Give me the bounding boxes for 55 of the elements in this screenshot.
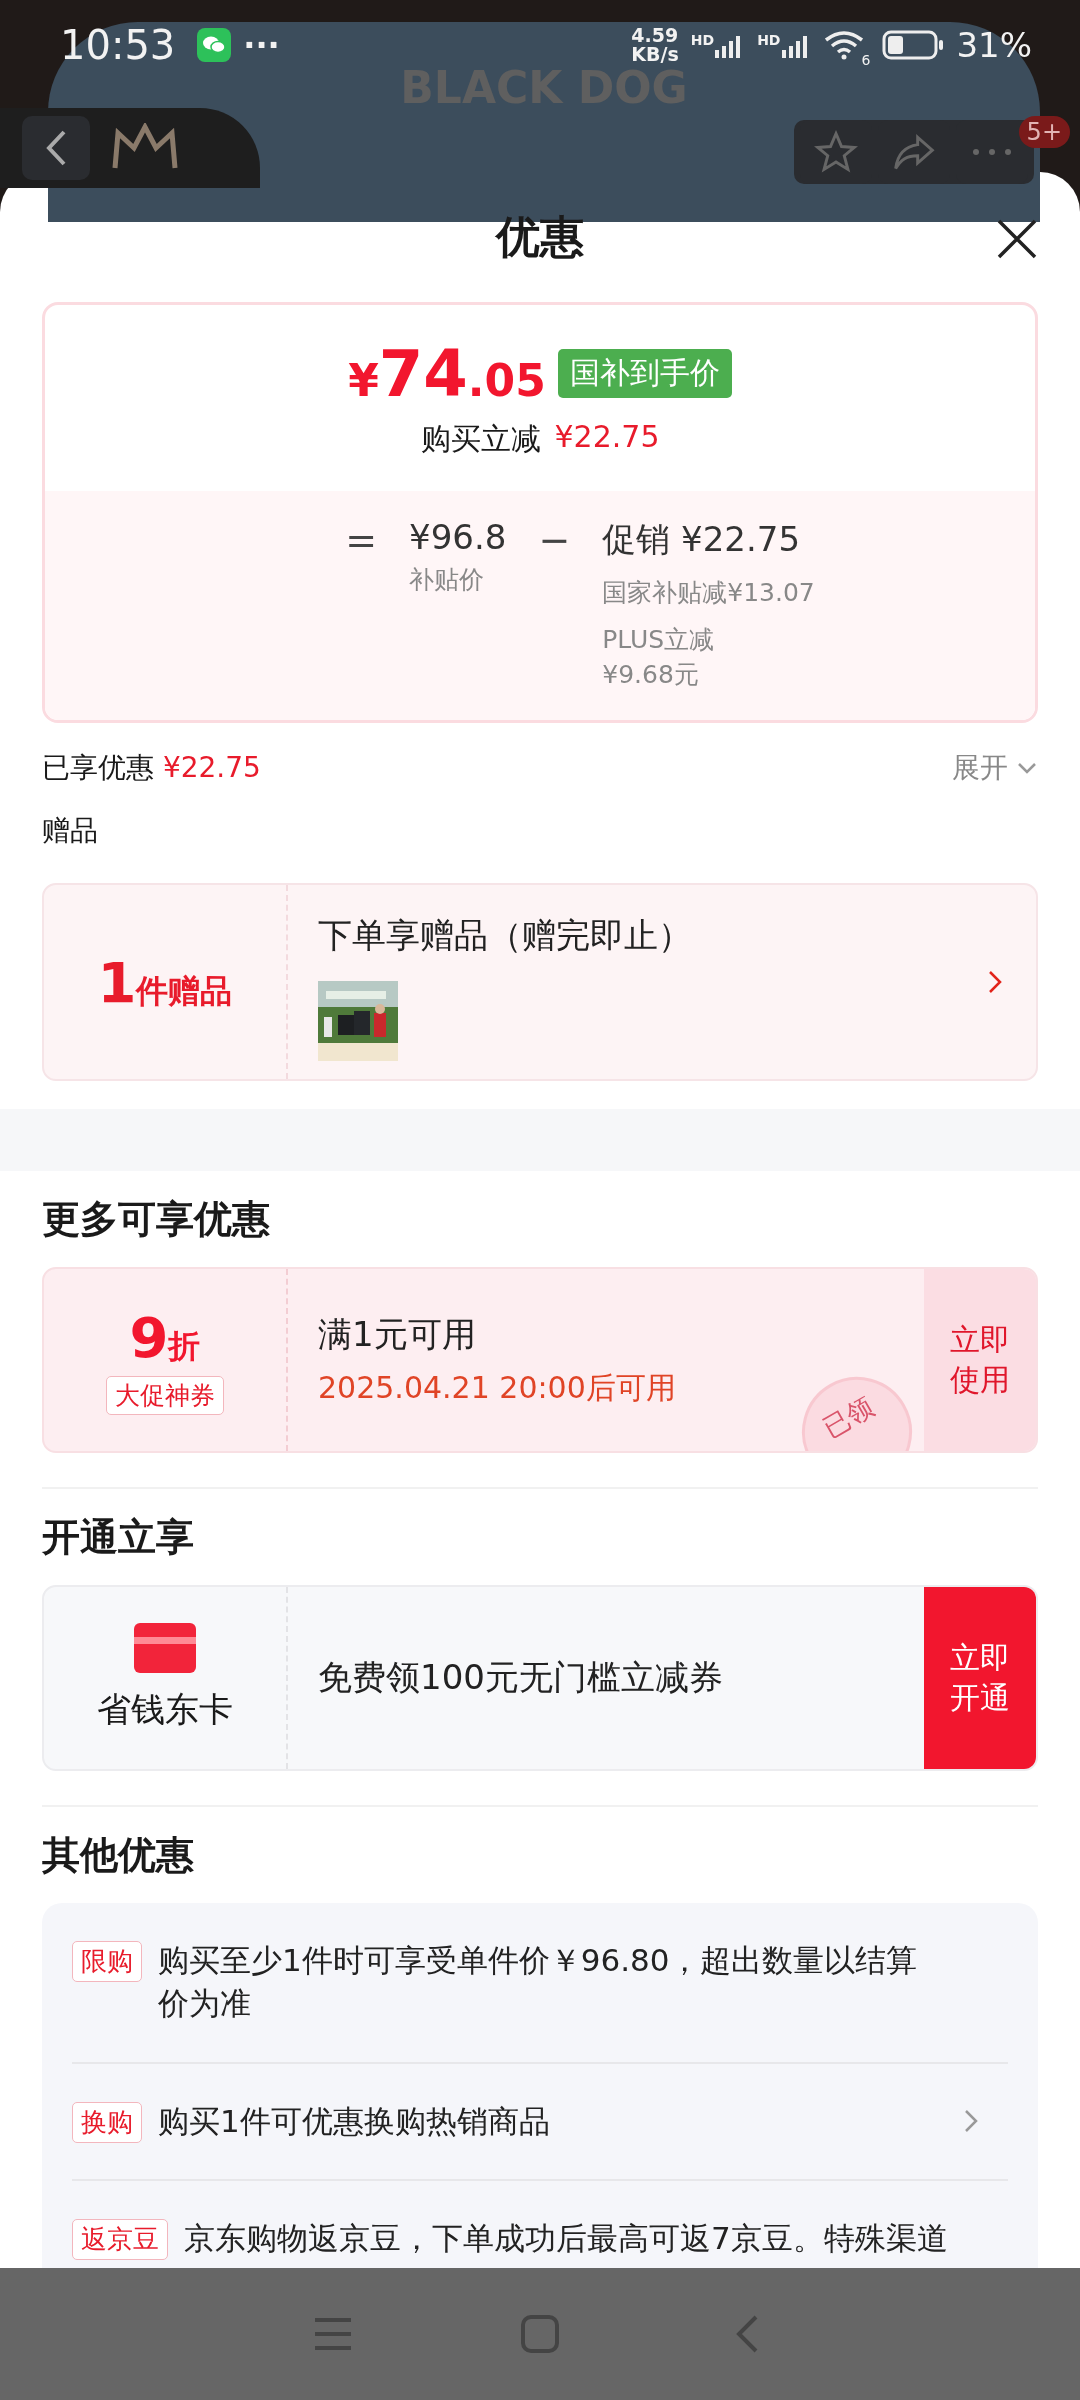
expand-button[interactable]: 展开	[952, 749, 1038, 787]
offer-tag: 限购	[72, 1941, 142, 1982]
star-icon	[814, 130, 858, 174]
subsidy-badge: 国补到手价	[557, 349, 732, 398]
base-price: ¥96.8	[409, 517, 507, 557]
network-speed: 4.59 KB/s	[631, 26, 679, 64]
notification-badge: 5+	[1018, 116, 1070, 148]
discount-value: 9折	[129, 1305, 201, 1370]
base-price-label: 补贴价	[409, 564, 486, 596]
battery-level: 31%	[956, 25, 1032, 65]
offer-text: 购买1件可优惠换购热销商品	[158, 2101, 551, 2141]
offer-tag: 换购	[72, 2101, 142, 2143]
wifi-label: 6	[861, 52, 871, 68]
equals-sign: =	[345, 517, 378, 563]
coupon-validity: 2025.04.21 20:00后可用	[318, 1368, 677, 1407]
promotion-amount: 促销 ¥22.75	[602, 518, 802, 561]
offer-tag: 返京豆	[72, 2219, 168, 2261]
chevron-left-icon	[44, 128, 68, 168]
offer-text: 购买至少1件时可享受单件价￥96.80，超出数量以结算价为准	[158, 1941, 919, 2024]
section-heading: 开通立享	[42, 1513, 195, 1561]
coupon-condition: 满1元可用	[318, 1312, 477, 1356]
more-icon	[970, 146, 1014, 158]
clock: 10:53	[60, 22, 176, 68]
activate-button[interactable]: 立即开通	[924, 1587, 1036, 1769]
minus-sign: −	[538, 517, 571, 563]
discount-detail: PLUS立减 ¥9.68元	[602, 624, 716, 691]
coupon-tag: 大促神券	[106, 1376, 224, 1415]
battery-icon	[882, 30, 945, 60]
network-label: HD	[757, 32, 781, 48]
square-icon	[520, 2314, 560, 2354]
network-label: HD	[690, 32, 715, 48]
section-label: 赠品	[42, 813, 99, 849]
chat-app-icon	[197, 28, 232, 62]
more-notifications: ···	[243, 26, 280, 64]
offer-text: 京东购物返京豆，下单成功后最高可返7京豆。特殊渠道	[184, 2219, 949, 2259]
chevron-down-icon	[1016, 761, 1038, 775]
membership-offer: 免费领100元无门槛立减券	[318, 1656, 723, 1699]
card-icon	[134, 1623, 196, 1673]
final-price: ¥74.05	[348, 336, 546, 411]
card-name: 省钱东卡	[97, 1688, 233, 1731]
gift-title: 下单享赠品（赠完即止）	[318, 914, 693, 957]
chevron-right-icon	[988, 970, 1002, 994]
saving-value: ¥22.75	[554, 418, 660, 456]
wifi-icon	[823, 30, 864, 60]
gift-count: 1件赠品	[97, 949, 233, 1015]
back-button[interactable]	[22, 116, 90, 180]
section-heading: 更多可享优惠	[42, 1195, 271, 1243]
menu-icon	[313, 2316, 354, 2352]
gift-card[interactable]: 1件赠品 下单享赠品（赠完即止）	[42, 883, 1038, 1081]
saving-label: 购买立减	[420, 419, 541, 458]
sheet-title: 优惠	[496, 209, 584, 264]
enjoyed-discount: 已享优惠 ¥22.75	[42, 750, 261, 786]
use-coupon-button[interactable]: 立即使用	[924, 1269, 1036, 1451]
discount-detail: 国家补贴减¥13.07	[602, 577, 815, 609]
section-heading: 其他优惠	[42, 1831, 195, 1879]
